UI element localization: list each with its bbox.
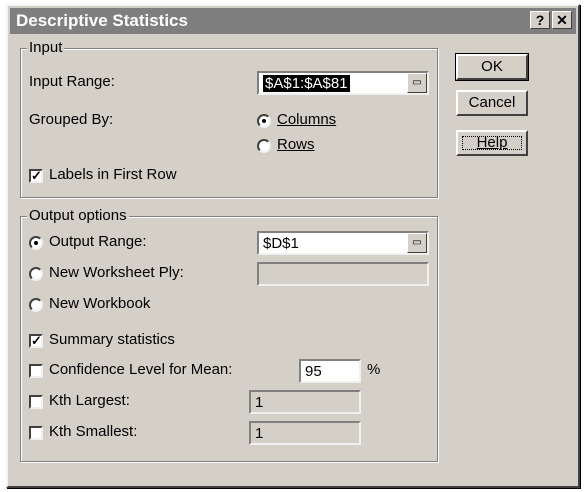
output-range-field[interactable]: $D$1 ▭	[257, 231, 429, 255]
cancel-button[interactable]: Cancel	[456, 90, 528, 116]
input-range-label-text: Input Range:	[29, 73, 115, 90]
output-options-legend: Output options	[27, 207, 129, 224]
kth-largest-value: 1	[255, 394, 264, 411]
input-range-field[interactable]: $A$1:$A$81 ▭	[257, 71, 429, 95]
kth-smallest-field[interactable]: 1	[249, 421, 361, 445]
check-icon: ✓	[31, 333, 42, 348]
descriptive-statistics-dialog: Descriptive Statistics ? ✕ Input Input R…	[6, 4, 580, 488]
new-worksheet-field[interactable]	[257, 262, 429, 286]
output-range-label[interactable]: Output Range:	[49, 233, 147, 250]
dialog-title: Descriptive Statistics	[16, 11, 188, 30]
new-workbook-label[interactable]: New Workbook	[49, 295, 150, 312]
input-range-collapse-icon[interactable]: ▭	[407, 73, 427, 93]
grouped-by-label: Grouped By:	[29, 111, 114, 128]
input-range-value: $A$1:$A$81	[263, 75, 350, 92]
confidence-level-field[interactable]: 95	[299, 359, 361, 383]
ok-button[interactable]: OK	[455, 53, 529, 81]
close-button[interactable]: ✕	[552, 11, 572, 29]
output-options-group: Output options Output Range: $D$1 ▭ New …	[20, 207, 438, 462]
output-range-value: $D$1	[263, 235, 299, 252]
percent-sign: %	[367, 361, 381, 378]
kth-smallest-label[interactable]: Kth Smallest:	[49, 423, 137, 440]
new-worksheet-label[interactable]: New Worksheet Ply:	[49, 264, 184, 281]
labels-first-row-label[interactable]: Labels in First Row	[49, 166, 177, 183]
kth-largest-field[interactable]: 1	[249, 390, 361, 414]
new-workbook-radio[interactable]	[29, 298, 43, 312]
columns-radio[interactable]	[257, 114, 271, 128]
confidence-level-value: 95	[305, 363, 322, 380]
rows-label[interactable]: Rows	[277, 136, 315, 153]
output-range-collapse-icon[interactable]: ▭	[407, 233, 427, 253]
input-legend: Input	[27, 39, 65, 56]
summary-statistics-label[interactable]: Summary statistics	[49, 331, 175, 348]
summary-statistics-checkbox[interactable]: ✓	[29, 334, 43, 348]
kth-smallest-value: 1	[255, 425, 264, 442]
rows-radio[interactable]	[257, 139, 271, 153]
new-worksheet-radio[interactable]	[29, 267, 43, 281]
help-button-label: Help	[476, 134, 508, 151]
help-title-button[interactable]: ?	[530, 11, 550, 29]
input-group: Input Input Range: $A$1:$A$81 ▭ Grouped …	[20, 39, 438, 198]
confidence-level-label[interactable]: Confidence Level for Mean:	[49, 361, 232, 378]
confidence-level-checkbox[interactable]	[29, 364, 43, 378]
input-range-label: Input Range:	[29, 73, 115, 90]
help-button[interactable]: Help	[456, 130, 528, 156]
title-bar[interactable]: Descriptive Statistics ? ✕	[10, 8, 576, 34]
check-icon: ✓	[31, 168, 42, 183]
kth-largest-label[interactable]: Kth Largest:	[49, 392, 130, 409]
labels-first-row-checkbox[interactable]: ✓	[29, 169, 43, 183]
kth-largest-checkbox[interactable]	[29, 395, 43, 409]
columns-label[interactable]: Columns	[277, 111, 336, 128]
kth-smallest-checkbox[interactable]	[29, 426, 43, 440]
output-range-radio[interactable]	[29, 236, 43, 250]
